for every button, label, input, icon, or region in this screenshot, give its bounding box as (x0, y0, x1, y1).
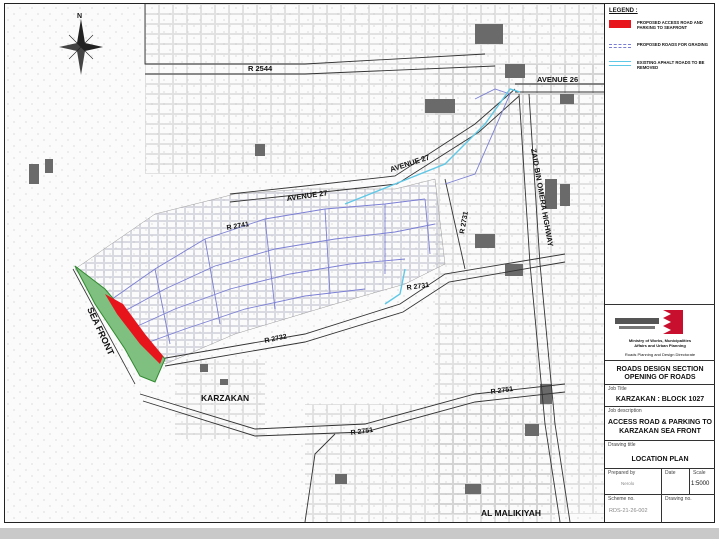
area-label-karzakan: KARZAKAN (201, 393, 249, 403)
bottom-gray-bar (0, 528, 719, 539)
scheme-no-value: RDS-21-26-002 (609, 508, 648, 514)
drawing-title-value: LOCATION PLAN (631, 456, 689, 463)
ministry-cell: Ministry of Works, Municipalities Affair… (605, 304, 715, 360)
road-label-r2544: R 2544 (248, 64, 273, 73)
drawing-title-label: Drawing title (608, 442, 636, 448)
drawing-sheet: N R 2544 AVENUE 26 AVENUE 27 AVENUE 27 R… (0, 0, 719, 539)
map-area[interactable]: N R 2544 AVENUE 26 AVENUE 27 AVENUE 27 R… (5, 4, 604, 522)
scheme-no-label: Scheme no. (608, 496, 635, 502)
scheme-drawing-row: Scheme no. RDS-21-26-002 Drawing no. (605, 494, 715, 523)
legend-label-grading-roads: PROPOSED ROADS FOR GRADING (637, 42, 708, 47)
location-map: N R 2544 AVENUE 26 AVENUE 27 AVENUE 27 R… (5, 4, 604, 522)
job-desc-label: Job description (608, 408, 642, 414)
legend-swatch-cyan (609, 61, 631, 66)
legend-label-access-road: PROPOSED ACCESS ROAD AND PARKING TO SEAF… (637, 20, 703, 30)
section-line2: OPENING OF ROADS (624, 374, 696, 381)
job-title-value: KARZAKAN : BLOCK 1027 (615, 396, 705, 403)
prepared-date-scale-row: Prepared by Nerolo Date Scale 1:5000 (605, 468, 715, 495)
job-desc-line1: ACCESS ROAD & PARKING TO (608, 419, 712, 426)
ministry-name-line2: Affairs and Urban Planning (634, 343, 686, 348)
drawing-no-label: Drawing no. (665, 496, 692, 502)
directorate-name: Roads Planning and Design Directorate (624, 352, 696, 357)
legend-swatch-red (609, 20, 631, 28)
scale-value: 1:5000 (691, 481, 710, 487)
scale-label: Scale (693, 470, 706, 476)
job-title-label: Job Title (608, 386, 627, 392)
section-cell: ROADS DESIGN SECTION OPENING OF ROADS (605, 360, 715, 384)
legend-label-asphalt-removal: EXISTING APHALT ROADS TO BE REMOVED (637, 60, 705, 70)
date-label: Date (665, 470, 676, 476)
south-parcels (305, 404, 555, 522)
job-desc-cell: Job description ACCESS ROAD & PARKING TO… (605, 406, 715, 440)
job-title-cell: Job Title KARZAKAN : BLOCK 1027 (605, 384, 715, 406)
drawing-title-cell: Drawing title LOCATION PLAN (605, 440, 715, 468)
legend-swatch-purple (609, 44, 631, 48)
north-label: N (77, 13, 82, 20)
area-label-al-malikiyah: AL MALIKIYAH (481, 508, 541, 518)
ministry-logo-icon (615, 310, 683, 334)
title-block: LEGEND : PROPOSED ACCESS ROAD AND PARKIN… (604, 4, 715, 523)
prepared-by-value: Nerolo (621, 481, 635, 486)
prepared-by-label: Prepared by (608, 470, 636, 476)
job-desc-line2: KARZAKAN SEA FRONT (619, 428, 701, 435)
legend-title: LEGEND : (609, 8, 638, 14)
road-label-avenue26: AVENUE 26 (537, 75, 578, 84)
